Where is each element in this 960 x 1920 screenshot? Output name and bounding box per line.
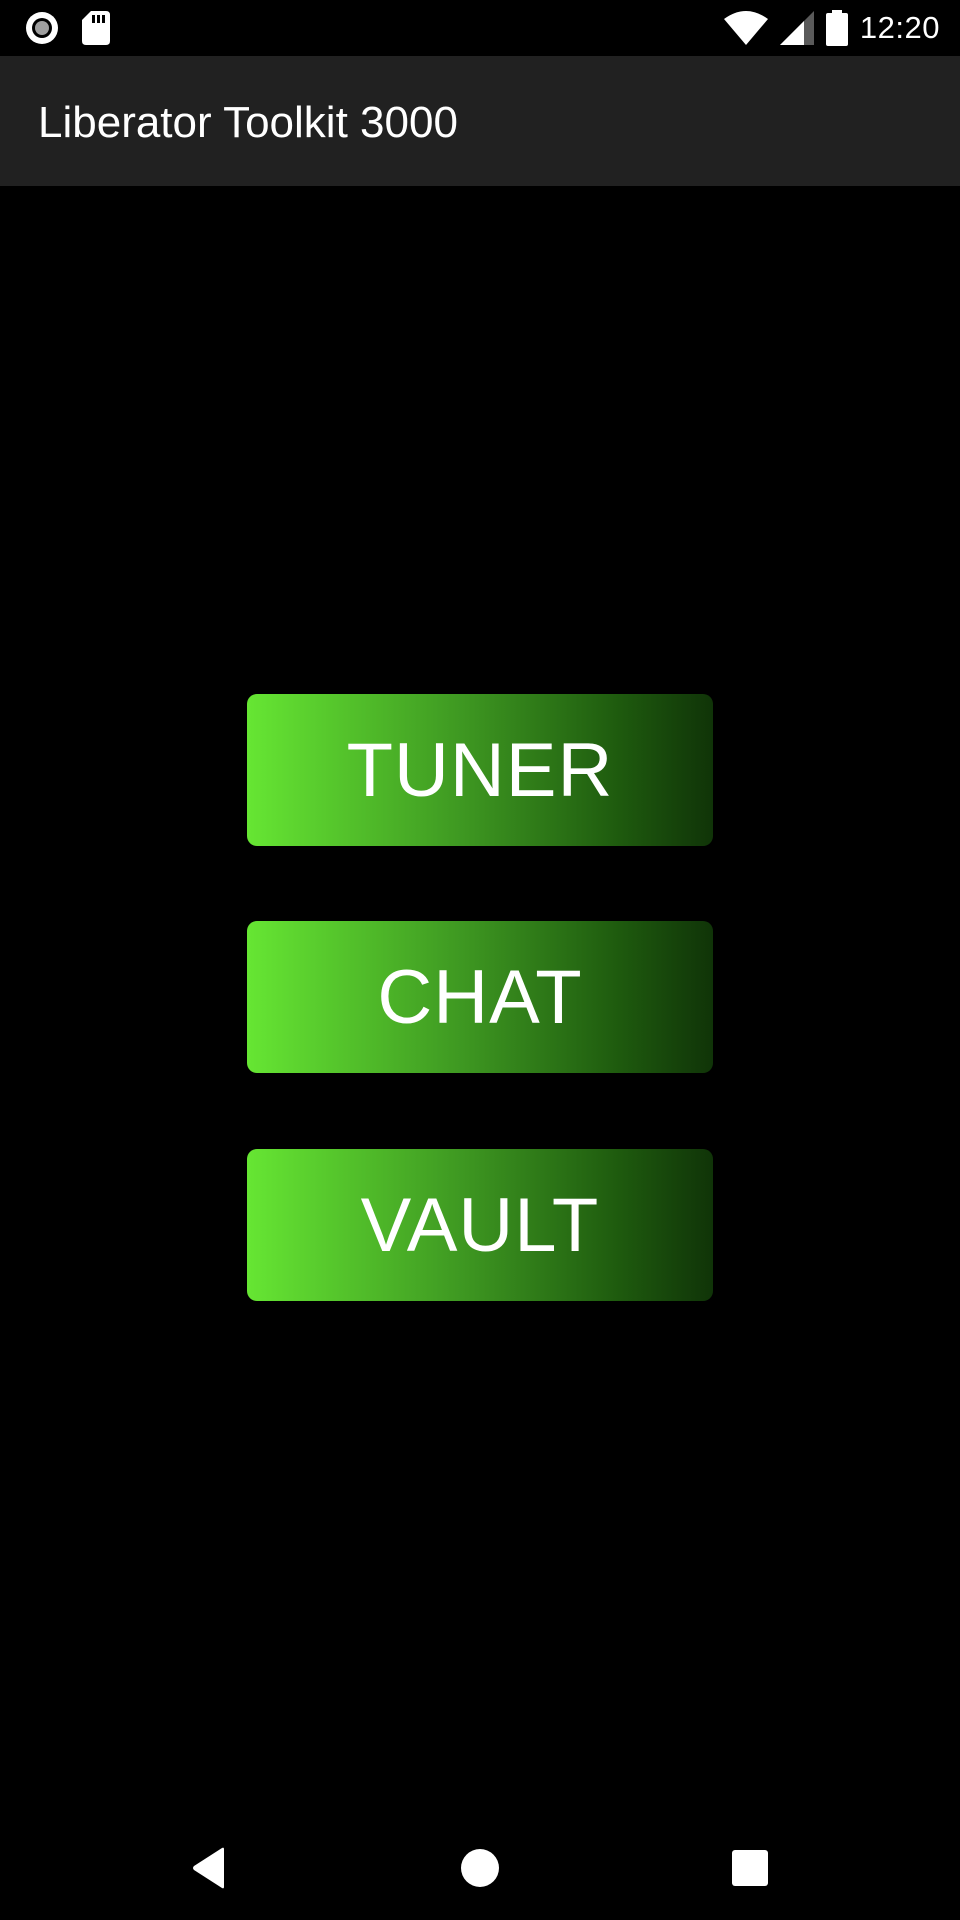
home-icon [460, 1848, 500, 1888]
home-button[interactable] [450, 1838, 510, 1898]
vault-button-label: VAULT [360, 1182, 600, 1268]
recents-button[interactable] [720, 1838, 780, 1898]
wifi-icon [723, 11, 768, 45]
status-time: 12:20 [859, 10, 940, 45]
tuner-button[interactable]: TUNER [247, 694, 713, 846]
app-bar: Liberator Toolkit 3000 [0, 56, 960, 186]
cell-signal-icon [779, 11, 814, 45]
navigation-bar [0, 1816, 960, 1920]
chat-button-label: CHAT [377, 954, 583, 1040]
status-bar: 12:20 [0, 0, 960, 56]
app-title: Liberator Toolkit 3000 [38, 98, 458, 147]
main-content: TUNER CHAT VAULT [0, 186, 960, 1816]
back-icon [190, 1847, 230, 1889]
vault-button[interactable]: VAULT [247, 1149, 713, 1301]
recents-icon [731, 1849, 769, 1887]
status-right-icons: 12:20 [723, 8, 940, 48]
chat-button[interactable]: CHAT [247, 921, 713, 1073]
status-left-icons [24, 10, 110, 46]
back-button[interactable] [180, 1838, 240, 1898]
record-icon [24, 10, 60, 46]
battery-icon [825, 10, 848, 46]
sd-card-icon [82, 11, 110, 45]
tuner-button-label: TUNER [346, 727, 614, 813]
